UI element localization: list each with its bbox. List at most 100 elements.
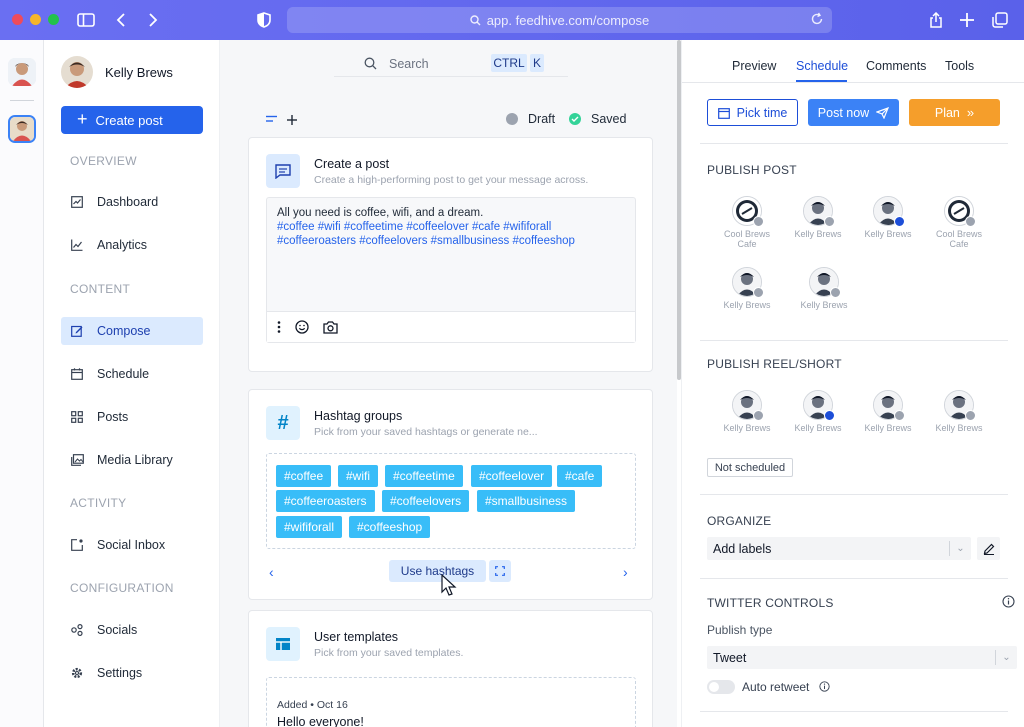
- chevron-right-icon[interactable]: ›: [623, 564, 628, 580]
- hashtag-chip[interactable]: #smallbusiness: [477, 490, 576, 512]
- sidebar-item-social-inbox[interactable]: Social Inbox: [61, 531, 203, 559]
- facebook-icon: [824, 410, 835, 421]
- sidebar-item-posts[interactable]: Posts: [61, 403, 203, 431]
- linkedin-icon: [965, 216, 976, 227]
- add-labels-select[interactable]: Add labels ⌄: [707, 537, 971, 560]
- auto-retweet-toggle[interactable]: [707, 680, 735, 694]
- hashtag-chip[interactable]: #wifi: [338, 465, 379, 487]
- reload-icon[interactable]: [810, 12, 824, 26]
- sidebar-item-schedule[interactable]: Schedule: [61, 360, 203, 388]
- section-activity: ACTIVITY: [70, 496, 127, 510]
- search-icon: [469, 14, 481, 25]
- editor-tools: [267, 311, 635, 342]
- forward-icon[interactable]: [143, 10, 163, 30]
- expand-icon[interactable]: [489, 560, 511, 582]
- tabs-overview-icon[interactable]: [990, 10, 1010, 30]
- close-window-dot[interactable]: [12, 14, 23, 25]
- maximize-window-dot[interactable]: [48, 14, 59, 25]
- sidebar-toggle-icon[interactable]: [76, 10, 96, 30]
- sidebar-item-label: Analytics: [97, 238, 148, 252]
- social-account[interactable]: Kelly Brews: [788, 390, 848, 433]
- tab-tools[interactable]: Tools: [945, 59, 974, 73]
- sidebar-item-label: Media Library: [97, 453, 173, 467]
- post-now-button[interactable]: Post now: [808, 99, 899, 126]
- tab-preview[interactable]: Preview: [732, 59, 776, 73]
- url-text: app. feedhive.com/compose: [486, 12, 650, 28]
- account-label: Kelly Brews: [864, 229, 912, 239]
- emoji-icon[interactable]: [295, 320, 309, 334]
- not-scheduled-badge: Not scheduled: [707, 458, 793, 477]
- social-account[interactable]: Cool Brews Cafe: [929, 196, 989, 249]
- sidebar-item-socials[interactable]: Socials: [61, 616, 203, 644]
- hashtag-icon: #: [266, 406, 300, 440]
- back-icon[interactable]: [111, 10, 131, 30]
- chevron-left-icon[interactable]: ‹: [269, 564, 274, 580]
- create-post-button[interactable]: + Create post: [61, 106, 203, 134]
- browser-toolbar: app. feedhive.com/compose: [0, 0, 1024, 40]
- new-tab-icon[interactable]: [957, 10, 977, 30]
- social-account[interactable]: Kelly Brews: [794, 267, 854, 310]
- social-account[interactable]: Kelly Brews: [929, 390, 989, 433]
- workspace-avatar-2[interactable]: [8, 115, 36, 143]
- inbox-icon: [70, 538, 84, 552]
- collapse-icon[interactable]: [266, 115, 277, 123]
- plan-button[interactable]: Plan »: [909, 99, 1000, 126]
- search-input[interactable]: Search: [389, 57, 429, 71]
- instagram-icon: [753, 410, 764, 421]
- more-vertical-icon[interactable]: [277, 321, 281, 333]
- hashtag-chip[interactable]: #coffeetime: [385, 465, 463, 487]
- search-bar[interactable]: Search CTRL K: [334, 51, 568, 77]
- tab-comments[interactable]: Comments: [866, 59, 926, 73]
- social-account[interactable]: Kelly Brews: [788, 196, 848, 239]
- hashtag-chip[interactable]: #cafe: [557, 465, 603, 487]
- hashtag-chip[interactable]: #coffee: [276, 465, 332, 487]
- sidebar-item-dashboard[interactable]: Dashboard: [61, 188, 203, 216]
- hashtag-chip[interactable]: #coffeelover: [471, 465, 553, 487]
- chevron-down-icon: ⌄: [995, 650, 1017, 665]
- sidebar-item-label: Dashboard: [97, 195, 159, 209]
- shield-icon[interactable]: [254, 10, 274, 30]
- compose-toolbar: Draft Saved: [266, 112, 636, 128]
- info-icon[interactable]: [1002, 595, 1015, 608]
- sidebar-item-compose[interactable]: Compose: [61, 317, 203, 345]
- info-icon[interactable]: [819, 681, 830, 692]
- camera-icon[interactable]: [323, 320, 338, 334]
- publish-type-value: Tweet: [713, 650, 747, 665]
- minimize-window-dot[interactable]: [30, 14, 41, 25]
- divider: [700, 143, 1008, 144]
- social-account[interactable]: Kelly Brews: [858, 390, 918, 433]
- share-icon[interactable]: [926, 10, 946, 30]
- hashtag-chip[interactable]: #wififorall: [276, 516, 343, 538]
- user-templates-card: User templates Pick from your saved temp…: [248, 610, 653, 727]
- divider: [700, 340, 1008, 341]
- sidebar-item-settings[interactable]: Settings: [61, 659, 203, 687]
- image-icon: [70, 453, 84, 467]
- template-item[interactable]: Added • Oct 16 Hello everyone!: [266, 677, 636, 727]
- tab-schedule[interactable]: Schedule: [796, 59, 848, 73]
- social-account[interactable]: Kelly Brews: [717, 390, 777, 433]
- social-account[interactable]: Kelly Brews: [717, 267, 777, 310]
- use-hashtags-button[interactable]: Use hashtags: [389, 560, 486, 582]
- rail-divider: [10, 100, 34, 101]
- address-bar[interactable]: app. feedhive.com/compose: [287, 7, 832, 33]
- tabs-divider: [682, 82, 1024, 83]
- hashtag-chip[interactable]: #coffeeroasters: [276, 490, 375, 512]
- publish-type-select[interactable]: Tweet ⌄: [707, 646, 1017, 669]
- social-account[interactable]: Kelly Brews: [858, 196, 918, 239]
- plus-icon[interactable]: [287, 115, 297, 125]
- user-profile[interactable]: Kelly Brews: [61, 56, 173, 88]
- social-account[interactable]: Cool Brews Cafe: [717, 196, 777, 249]
- saved-status: Saved: [569, 112, 626, 126]
- draft-status: Draft: [506, 112, 555, 126]
- pick-time-button[interactable]: Pick time: [707, 99, 798, 126]
- sidebar-item-analytics[interactable]: Analytics: [61, 231, 203, 259]
- hashtag-chip[interactable]: #coffeelovers: [382, 490, 470, 512]
- workspace-avatar-1[interactable]: [8, 58, 36, 86]
- sidebar-item-media-library[interactable]: Media Library: [61, 446, 203, 474]
- card-subtitle: Create a high-performing post to get you…: [314, 174, 589, 186]
- post-editor[interactable]: All you need is coffee, wifi, and a drea…: [266, 197, 636, 343]
- organize-heading: ORGANIZE: [707, 514, 772, 528]
- hashtag-chip[interactable]: #coffeeshop: [349, 516, 431, 538]
- edit-labels-button[interactable]: [977, 537, 1000, 560]
- tiktok-icon: [965, 410, 976, 421]
